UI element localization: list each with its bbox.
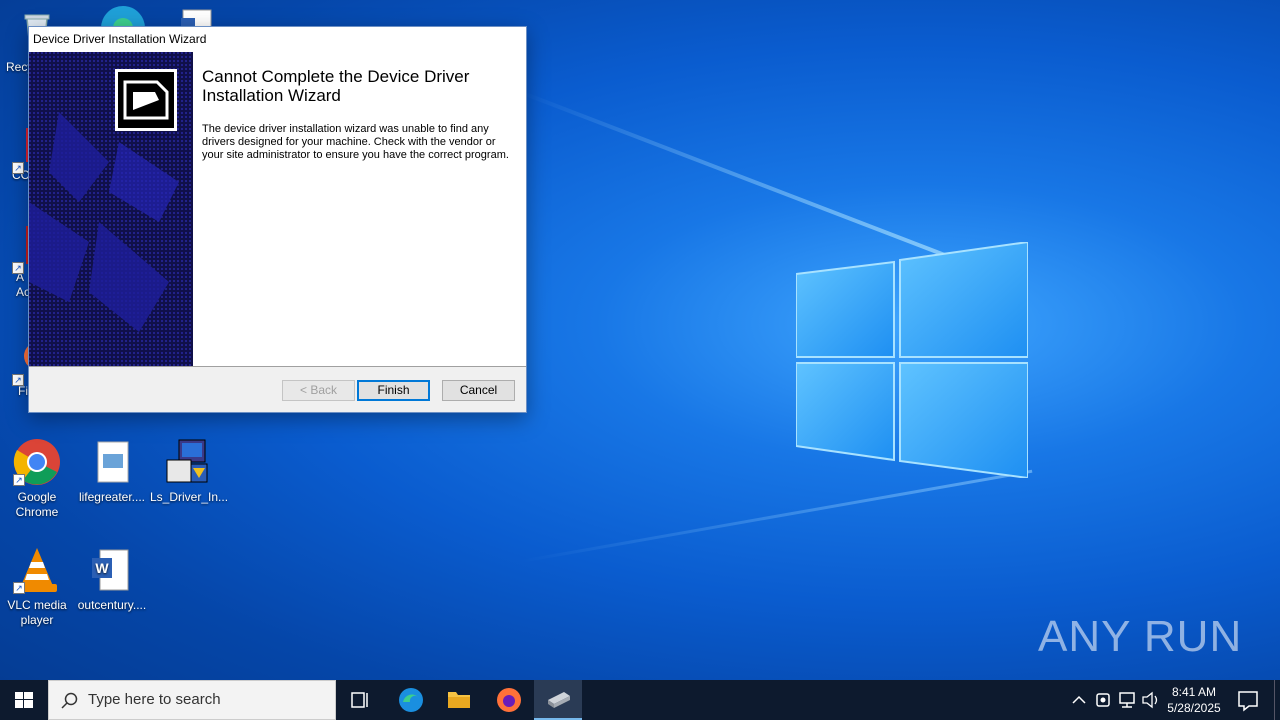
desktop-icon-label: Google Chrome — [15, 490, 59, 519]
desktop-icon-label: lifegreater.... — [78, 490, 146, 504]
dialog-heading: Cannot Complete the Device Driver Instal… — [202, 67, 470, 105]
windows-start-icon — [15, 692, 33, 708]
security-tray-icon — [1096, 693, 1110, 707]
task-view-icon — [351, 692, 368, 708]
vlc-icon: ↗ — [13, 546, 61, 594]
search-placeholder: Type here to search — [88, 691, 221, 708]
wallpaper-beam — [519, 469, 1033, 563]
installer-icon — [163, 438, 211, 486]
clock-date: 5/28/2025 — [1167, 701, 1221, 715]
desktop-icon-lifegreater[interactable]: lifegreater.... — [75, 438, 149, 505]
firefox-icon — [497, 688, 521, 712]
show-desktop-button[interactable] — [1274, 680, 1280, 720]
svg-text:W: W — [95, 560, 109, 576]
edge-icon — [399, 688, 423, 712]
taskbar: Type here to search 8:41 AM 5/28/2025 — [0, 680, 1280, 720]
task-view-button[interactable] — [338, 680, 382, 720]
wizard-side-banner — [29, 52, 193, 366]
taskbar-wizard-button[interactable] — [534, 680, 582, 720]
taskbar-search-box[interactable]: Type here to search — [48, 680, 336, 720]
notification-icon — [1238, 691, 1258, 712]
desktop-icon-vlc[interactable]: ↗ VLC media player — [0, 546, 74, 628]
desktop-icon-label: Ls_Driver_In... — [150, 490, 229, 504]
shortcut-arrow-icon: ↗ — [12, 162, 24, 174]
chrome-icon: ↗ — [13, 438, 61, 486]
device-driver-wizard-dialog: Device Driver Installation Wizard Cannot… — [28, 26, 527, 413]
desktop-icon-google-chrome[interactable]: ↗ Google Chrome — [0, 438, 74, 520]
image-file-icon — [88, 438, 136, 486]
action-center-button[interactable] — [1230, 680, 1266, 720]
desktop-icon-label: VLC media player — [7, 598, 67, 627]
dialog-separator — [29, 366, 526, 367]
cancel-button[interactable]: Cancel — [442, 380, 515, 401]
anyrun-watermark: ANY RUN — [1038, 612, 1243, 661]
folder-icon — [448, 692, 470, 708]
desktop-icon-ls-driver[interactable]: Ls_Driver_In... — [150, 438, 229, 505]
driver-wizard-icon — [548, 692, 570, 708]
back-button[interactable]: < Back — [282, 380, 355, 401]
chevron-up-icon — [1072, 695, 1086, 704]
word-document-icon: W — [88, 546, 136, 594]
dialog-body-text: The device driver installation wizard wa… — [202, 123, 509, 161]
dialog-title[interactable]: Device Driver Installation Wizard — [29, 27, 526, 52]
clock-time: 8:41 AM — [1171, 685, 1217, 699]
network-icon — [1119, 692, 1135, 708]
shortcut-arrow-icon: ↗ — [13, 582, 25, 594]
finish-button[interactable]: Finish — [357, 380, 430, 401]
taskbar-edge-button[interactable] — [388, 680, 434, 720]
shortcut-arrow-icon: ↗ — [13, 474, 25, 486]
taskbar-file-explorer-button[interactable] — [436, 680, 482, 720]
start-button[interactable] — [0, 680, 48, 720]
shortcut-arrow-icon: ↗ — [12, 374, 24, 386]
speaker-icon — [1142, 691, 1158, 709]
tray-security-button[interactable] — [1092, 680, 1114, 720]
desktop-icon-outcentury[interactable]: W outcentury.... — [75, 546, 149, 613]
desktop-icon-label: outcentury.... — [77, 598, 147, 612]
dialog-content-pane: Cannot Complete the Device Driver Instal… — [193, 52, 526, 366]
taskbar-firefox-button[interactable] — [486, 680, 532, 720]
tray-network-button[interactable] — [1116, 680, 1138, 720]
tray-volume-button[interactable] — [1140, 680, 1162, 720]
taskbar-clock[interactable]: 8:41 AM 5/28/2025 — [1164, 680, 1224, 720]
show-hidden-icons-button[interactable] — [1068, 680, 1090, 720]
search-icon — [61, 692, 78, 709]
wizard-banner-art — [29, 52, 193, 366]
windows-wallpaper-logo — [796, 242, 1028, 478]
shortcut-arrow-icon: ↗ — [12, 262, 24, 274]
